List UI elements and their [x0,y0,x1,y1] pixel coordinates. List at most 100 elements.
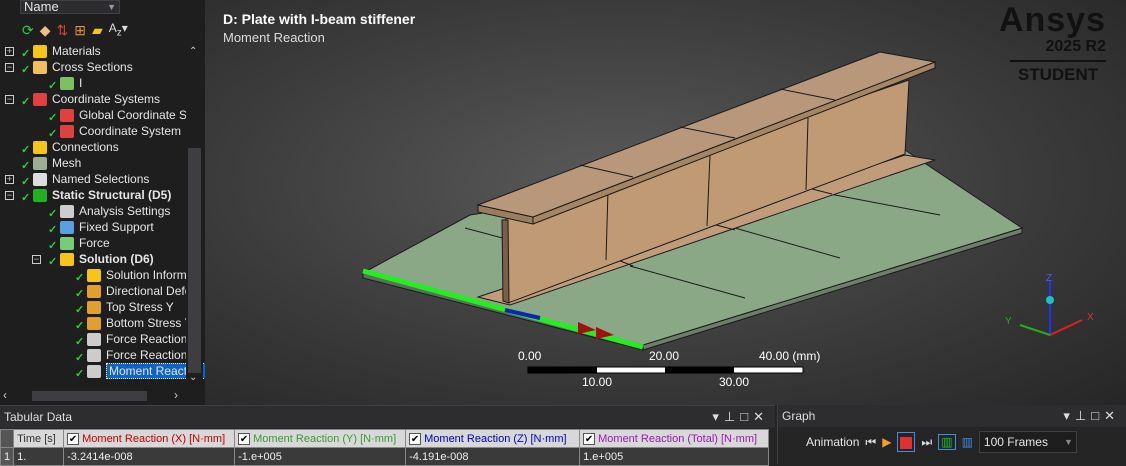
close-icon[interactable]: ✕ [1104,408,1120,423]
check-status-icon: ✓ [21,96,31,108]
check-status-icon: ✓ [75,272,85,284]
graphics-viewport[interactable]: D: Plate with I-beam stiffener Moment Re… [205,0,1126,405]
panel-title: Graph [782,409,816,423]
column-checkbox[interactable]: ✔ [583,432,596,445]
check-status-icon: ✓ [48,208,58,220]
maximize-icon[interactable]: □ [1091,408,1104,423]
tree-item[interactable]: ✓ Coordinate Systems [21,91,160,108]
expand-icon[interactable]: + [5,47,14,56]
skip-forward-icon[interactable]: ⏭ [921,435,932,450]
tree-item[interactable]: ✓ I [48,75,83,92]
collapse-icon[interactable]: − [32,255,41,264]
frames-value: 100 Frames [983,435,1048,449]
tree-item-label: Top Stress Y [106,300,174,314]
tabular-data-panel: Tabular Data ▾⊥□✕ Time [s] ✔ Moment React… [0,405,775,466]
skip-back-icon[interactable]: ⏮ [865,435,876,450]
cell-moment-y[interactable]: -1.e+005 [234,447,407,466]
sort-field-select[interactable]: Name ▼ [20,0,120,14]
tree-item[interactable]: ✓ Force Reaction 2 [75,347,197,364]
scroll-up-icon[interactable]: ⌃ [189,46,197,57]
tree-item[interactable]: ✓ Cross Sections [21,59,133,76]
tree-item[interactable]: ✓ Analysis Settings [48,203,170,220]
scale-label: 20.00 [649,349,680,363]
folder-link-icon[interactable]: ▰ [92,22,103,39]
tree-item[interactable]: ✓ Fixed Support [48,219,154,236]
refresh-icon[interactable]: ⟳ [22,22,34,39]
frames-select[interactable]: 100 Frames ▼ [978,431,1077,453]
cell-moment-z[interactable]: -4.191e-008 [405,447,581,466]
grid-icon[interactable]: ⊞ [74,22,86,39]
result-sets-icon[interactable]: ▥ [962,435,973,449]
column-header-moment-y[interactable]: ✔ Moment Reaction (Y) [N·mm] [234,429,407,448]
tree-horizontal-scroll-thumb[interactable] [32,391,147,401]
tree-item[interactable]: ✓ Connections [21,139,119,156]
collapse-icon[interactable]: − [5,95,14,104]
cell-moment-x[interactable]: -3.2414e-008 [63,447,236,466]
sort-field-value: Name [24,0,59,14]
column-label: Moment Reaction (Total) [N·mm] [598,432,758,445]
tree-node-icon [87,365,101,379]
tree-item[interactable]: ✓ Directional Defor [75,283,195,300]
column-header-moment-z[interactable]: ✔ Moment Reaction (Z) [N·mm] [405,429,581,448]
tree-item[interactable]: ✓ Mesh [21,155,81,172]
tree-item-label: Static Structural (D5) [52,188,172,202]
tree-node-icon [87,285,101,299]
table-header-row: Time [s] ✔ Moment Reaction (X) [N·mm] ✔ Mo… [0,429,770,448]
cell-moment-total[interactable]: 1.e+005 [579,447,770,466]
check-status-icon: ✓ [48,112,58,124]
tree-item-label: I [79,76,83,90]
sort-icon[interactable]: ⇅ [57,22,69,39]
column-checkbox[interactable]: ✔ [238,432,251,445]
tree-item[interactable]: ✓ Bottom Stress Y [75,315,192,332]
collapse-icon[interactable]: − [5,63,14,72]
scroll-left-icon[interactable]: ‹ [3,388,7,402]
column-checkbox[interactable]: ✔ [67,432,80,445]
check-status-icon: ✓ [48,224,58,236]
tree-item[interactable]: ✓ Named Selections [21,171,149,188]
scroll-right-icon[interactable]: › [174,388,178,402]
column-header-time[interactable]: Time [s] [13,429,65,448]
tree-item[interactable]: ✓ Force [48,235,110,252]
table-row: 1 1. -3.2414e-008 -1.e+005 -4.191e-008 1… [0,447,770,466]
tree-item[interactable]: ✓ Materials [21,43,101,60]
tree-node-icon [33,157,47,171]
tree-node-icon [87,333,101,347]
tree-item[interactable]: ✓ Force Reaction [75,331,187,348]
check-status-icon: ✓ [75,304,85,316]
tree-node-icon [33,141,47,155]
expand-icon[interactable]: + [5,175,14,184]
tree-node-icon [60,205,74,219]
tree-item[interactable]: ✓ Global Coordinate Sys [48,107,199,124]
tree-item[interactable]: ✓ Solution Informa [75,267,193,284]
axis-y-label: Y [1005,316,1012,327]
column-checkbox[interactable]: ✔ [409,432,422,445]
tree-item-label: Fixed Support [79,220,154,234]
tree-item[interactable]: ✓ Top Stress Y [75,299,174,316]
tree-item[interactable]: ✓ Solution (D6) [48,251,154,268]
eraser-icon[interactable]: ◆ [40,22,51,39]
panel-title: Tabular Data [4,410,73,424]
close-icon[interactable]: ✕ [753,409,769,424]
dropdown-icon[interactable]: ▾ [712,409,724,424]
column-header-moment-total[interactable]: ✔ Moment Reaction (Total) [N·mm] [579,429,770,448]
graph-panel: Graph ▾⊥□✕ Animation ⏮ ▶ ⏭ ▥ ▥ 100 Frame… [777,405,1126,464]
tree-item[interactable]: ✓ Static Structural (D5) [21,187,172,204]
sort-az-icon[interactable]: Az▾ [109,21,128,38]
maximize-icon[interactable]: □ [740,409,753,424]
tree-vertical-scroll-thumb[interactable] [188,148,201,373]
distributed-frames-icon[interactable]: ▥ [938,434,956,450]
pin-icon[interactable]: ⊥ [724,409,740,424]
dropdown-icon[interactable]: ▾ [1063,408,1075,423]
stop-button[interactable] [897,432,916,452]
scale-label: 30.00 [719,375,750,389]
scroll-down-icon[interactable]: ⌄ [189,372,197,383]
play-icon[interactable]: ▶ [882,435,891,449]
row-index[interactable]: 1 [0,447,15,466]
column-header-moment-x[interactable]: ✔ Moment Reaction (X) [N·mm] [63,429,236,448]
tree-item[interactable]: ✓ Coordinate System [48,123,181,140]
column-label: Time [s] [17,432,56,445]
cell-time[interactable]: 1. [13,447,65,466]
collapse-icon[interactable]: − [5,191,14,200]
pin-icon[interactable]: ⊥ [1075,408,1091,423]
chevron-down-icon: ▼ [1064,437,1073,447]
